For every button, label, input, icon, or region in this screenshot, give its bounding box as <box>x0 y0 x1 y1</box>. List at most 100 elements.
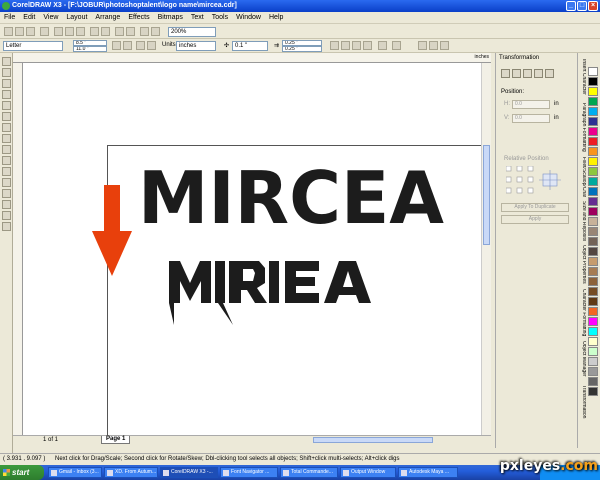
color-swatch[interactable] <box>588 347 598 356</box>
polygon-tool-icon[interactable] <box>2 145 11 154</box>
anchor-grid[interactable] <box>506 166 566 196</box>
menu-view[interactable]: View <box>43 14 58 21</box>
color-swatch[interactable] <box>588 197 598 206</box>
menu-text[interactable]: Text <box>191 14 204 21</box>
zoom-tool-icon[interactable] <box>2 90 11 99</box>
page-height-field[interactable]: 11.0 " <box>73 46 107 52</box>
vertical-scrollbar[interactable] <box>481 63 491 435</box>
maximize-button[interactable]: □ <box>577 1 587 11</box>
color-swatch[interactable] <box>588 227 598 236</box>
apply-button[interactable]: Apply <box>501 215 569 224</box>
import-icon[interactable] <box>115 27 124 36</box>
task-xd[interactable]: XD. From Autum... <box>104 467 158 478</box>
page-setup-icon[interactable] <box>440 41 449 50</box>
color-swatch[interactable] <box>588 77 598 86</box>
color-swatch[interactable] <box>588 67 598 76</box>
menu-window[interactable]: Window <box>236 14 261 21</box>
basic-shapes-tool-icon[interactable] <box>2 156 11 165</box>
portrait-icon[interactable] <box>112 41 121 50</box>
layout-icon[interactable] <box>418 41 427 50</box>
smart-fill-tool-icon[interactable] <box>2 112 11 121</box>
close-button[interactable]: × <box>588 1 598 11</box>
color-swatch[interactable] <box>588 297 598 306</box>
color-swatch[interactable] <box>588 327 598 336</box>
color-swatch[interactable] <box>588 207 598 216</box>
color-swatch[interactable] <box>588 157 598 166</box>
rotate-mode-icon[interactable] <box>512 69 521 78</box>
color-swatch[interactable] <box>588 257 598 266</box>
duplicate-y-field[interactable]: 0.25 " <box>282 46 322 52</box>
menu-effects[interactable]: Effects <box>128 14 149 21</box>
dynamic-guides-icon[interactable] <box>363 41 372 50</box>
text-tool-icon[interactable] <box>2 167 11 176</box>
drawing-canvas[interactable]: MIRCEA <box>23 63 481 435</box>
color-swatch[interactable] <box>588 277 598 286</box>
logo-stylized-bottom[interactable] <box>169 261 371 325</box>
horizontal-ruler[interactable]: inches <box>13 53 491 63</box>
paper-size-select[interactable]: Letter <box>3 41 63 51</box>
fill-tool-icon[interactable] <box>2 211 11 220</box>
undo-icon[interactable] <box>90 27 99 36</box>
treat-as-filled-icon[interactable] <box>378 41 387 50</box>
color-swatch[interactable] <box>588 137 598 146</box>
color-swatch[interactable] <box>588 357 598 366</box>
minimize-button[interactable]: _ <box>566 1 576 11</box>
red-arrow-shape[interactable] <box>92 185 132 276</box>
menu-edit[interactable]: Edit <box>23 14 35 21</box>
start-button[interactable]: start <box>0 465 44 480</box>
color-swatch[interactable] <box>588 307 598 316</box>
menu-layout[interactable]: Layout <box>66 14 87 21</box>
new-icon[interactable] <box>4 27 13 36</box>
freehand-tool-icon[interactable] <box>2 101 11 110</box>
paste-icon[interactable] <box>76 27 85 36</box>
color-management-icon[interactable] <box>429 41 438 50</box>
snap-grid-icon[interactable] <box>330 41 339 50</box>
options-icon[interactable] <box>392 41 401 50</box>
size-mode-icon[interactable] <box>534 69 543 78</box>
snap-guides-icon[interactable] <box>341 41 350 50</box>
color-swatch[interactable] <box>588 247 598 256</box>
color-swatch[interactable] <box>588 117 598 126</box>
launcher-icon[interactable] <box>140 27 149 36</box>
menu-bitmaps[interactable]: Bitmaps <box>158 14 183 21</box>
color-swatch[interactable] <box>588 377 598 386</box>
horizontal-scrollbar[interactable] <box>313 437 433 443</box>
color-swatch[interactable] <box>588 187 598 196</box>
position-mode-icon[interactable] <box>501 69 510 78</box>
task-coreldraw[interactable]: CorelDRAW X3 -... <box>160 467 218 478</box>
nudge-field[interactable]: 0.1 " <box>232 41 268 51</box>
page-tab-1[interactable]: Page 1 <box>101 436 131 444</box>
color-swatch[interactable] <box>588 107 598 116</box>
all-pages-icon[interactable] <box>136 41 145 50</box>
redo-icon[interactable] <box>101 27 110 36</box>
apply-to-duplicate-button[interactable]: Apply To Duplicate <box>501 203 569 212</box>
color-swatch[interactable] <box>588 177 598 186</box>
h-position-field[interactable]: 0.0 <box>512 100 550 109</box>
color-swatch[interactable] <box>588 87 598 96</box>
task-maya[interactable]: Autodesk Maya ... <box>398 467 458 478</box>
color-swatch[interactable] <box>588 127 598 136</box>
welcome-icon[interactable] <box>151 27 160 36</box>
menu-tools[interactable]: Tools <box>212 14 228 21</box>
zoom-select[interactable]: 200% <box>168 27 216 37</box>
crop-tool-icon[interactable] <box>2 79 11 88</box>
menu-file[interactable]: File <box>4 14 15 21</box>
logo-text-top[interactable]: MIRCEA <box>138 156 444 240</box>
shape-tool-icon[interactable] <box>2 68 11 77</box>
color-swatch[interactable] <box>588 267 598 276</box>
outline-tool-icon[interactable] <box>2 200 11 209</box>
color-swatch[interactable] <box>588 217 598 226</box>
cut-icon[interactable] <box>54 27 63 36</box>
color-swatch[interactable] <box>588 237 598 246</box>
color-swatch[interactable] <box>588 147 598 156</box>
snap-objects-icon[interactable] <box>352 41 361 50</box>
color-swatch[interactable] <box>588 287 598 296</box>
color-swatch[interactable] <box>588 367 598 376</box>
color-swatch[interactable] <box>588 387 598 396</box>
vertical-scroll-thumb[interactable] <box>483 145 490 245</box>
scale-mode-icon[interactable] <box>523 69 532 78</box>
rectangle-tool-icon[interactable] <box>2 123 11 132</box>
save-icon[interactable] <box>26 27 35 36</box>
color-swatch[interactable] <box>588 167 598 176</box>
copy-icon[interactable] <box>65 27 74 36</box>
